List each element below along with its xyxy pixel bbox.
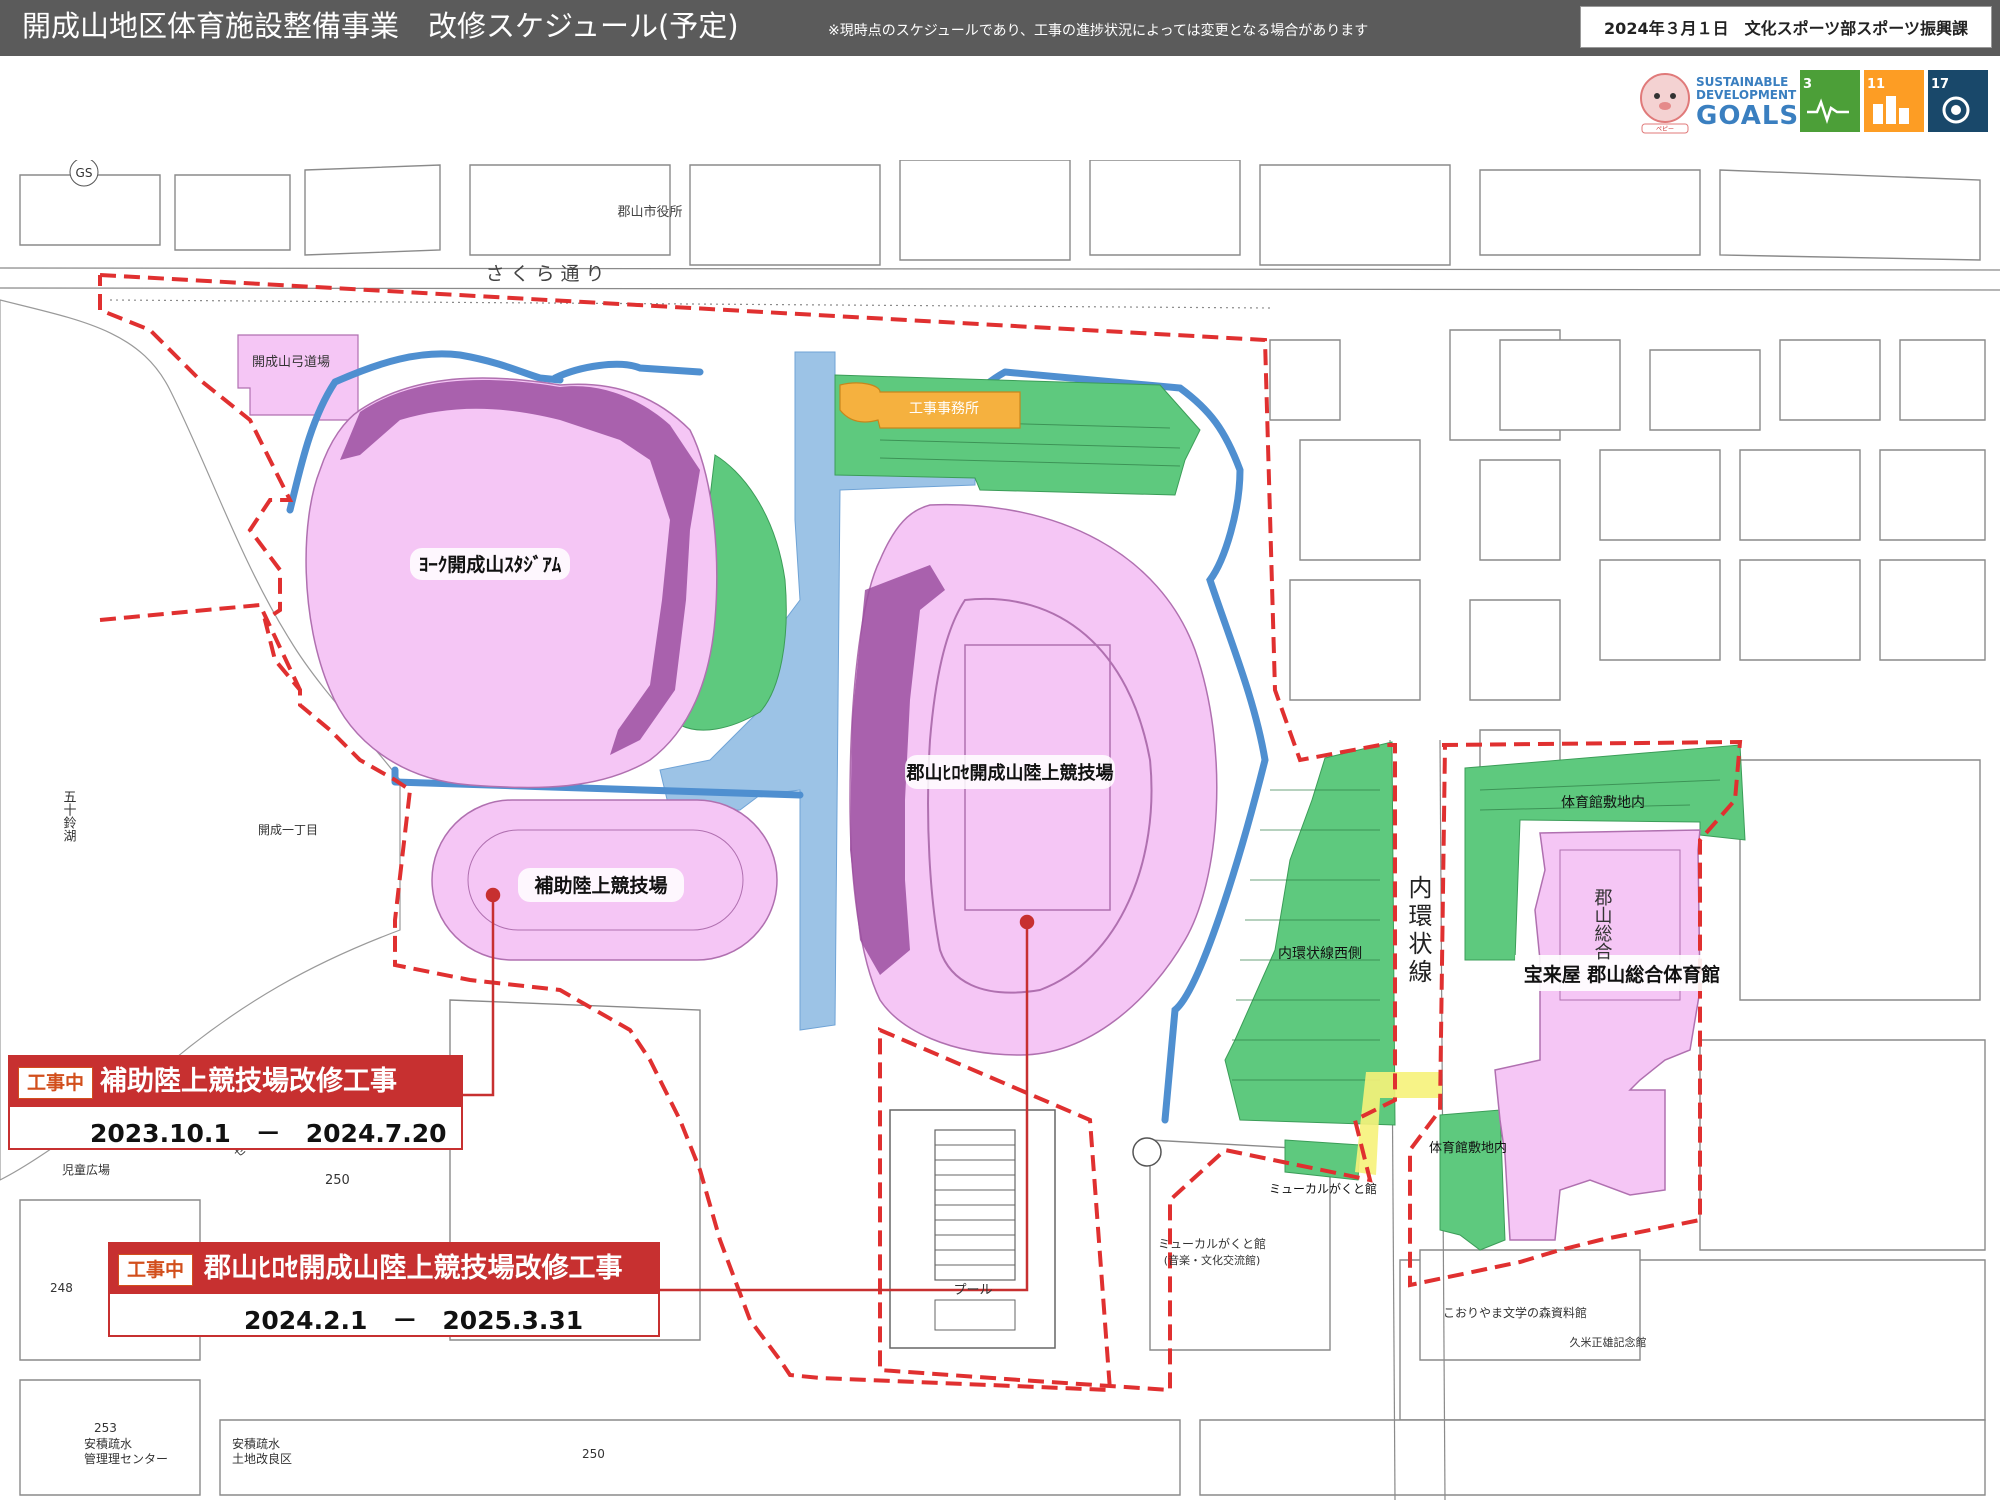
gym-building-label: 郡山総合 [1592, 888, 1613, 960]
sdg-goal-3-icon: 3 [1800, 70, 1860, 132]
callout-header: 工事中 郡山ﾋﾛｾ開成山陸上競技場改修工事 [110, 1244, 658, 1294]
sub-track-label: 補助陸上競技場 [533, 874, 667, 897]
sdg-goal-number: 11 [1867, 77, 1886, 92]
elevation-250a: 250 [325, 1173, 350, 1188]
musical-sub-label: (音楽・文化交流館) [1164, 1253, 1261, 1267]
office-label: 工事事務所 [909, 401, 979, 417]
gym-site-south-label: 体育館敷地内 [1429, 1140, 1507, 1156]
pool-label: プール [953, 1283, 992, 1298]
callout-title: 郡山ﾋﾛｾ開成山陸上競技場改修工事 [204, 1253, 623, 1284]
kaisei-label: 開成一丁目 [258, 823, 318, 837]
gym-site-north-label: 体育館敷地内 [1561, 794, 1645, 811]
callout-dates: 2024.2.1 － 2025.3.31 [244, 1306, 584, 1335]
bungaku-label: こおりやま文学の森資料館 [1443, 1305, 1587, 1320]
callout-sub-track-construction: 工事中 補助陸上競技場改修工事 2023.10.1 － 2024.7.20 [8, 1055, 463, 1150]
elevation-248: 248 [50, 1281, 73, 1295]
date-department-box: 2024年３月１日 文化スポーツ部スポーツ振興課 [1580, 6, 1992, 48]
elevation-250b: 250 [582, 1447, 605, 1461]
asaka-center-label: 安積疏水 管理理センター [84, 1437, 169, 1466]
sdg-logos: ペピー SUSTAINABLE DEVELOPMENT GOALS 3 11 1… [1636, 68, 1988, 134]
musical-hall-marker [1132, 1137, 1162, 1167]
header-bar: 開成山地区体育施設整備事業 改修スケジュール(予定) ※現時点のスケジュールであ… [0, 0, 2000, 56]
sdg-goal-number: 3 [1803, 77, 1813, 92]
musical-label: ミューカルがくと館 [1158, 1236, 1266, 1251]
city-hall-label: 郡山市役所 [617, 204, 682, 220]
callout-athletic-construction: 工事中 郡山ﾋﾛｾ開成山陸上競技場改修工事 2024.2.1 － 2025.3.… [108, 1242, 660, 1337]
callout-header: 工事中 補助陸上競技場改修工事 [10, 1057, 461, 1107]
callout-dates: 2023.10.1 － 2024.7.20 [90, 1119, 447, 1148]
mascot-label: ペピー [1656, 126, 1674, 133]
under-construction-badge: 工事中 [18, 1067, 94, 1099]
elevation-253: 253 [94, 1421, 117, 1435]
athletic-stadium-label: 郡山ﾋﾛｾ開成山陸上競技場 [906, 762, 1114, 784]
naikanjo-road-label: 内環状線 [1404, 875, 1432, 987]
kyudojo-label: 開成山弓道場 [252, 355, 330, 370]
kumeda-label: 久米正雄記念館 [1570, 1335, 1647, 1349]
sdg-goal-17-icon: 17 [1928, 70, 1988, 132]
yoke-stadium [305, 377, 718, 789]
sdg-goal-number: 17 [1931, 77, 1950, 92]
musical-small-label: ミューカルがくと館 [1269, 1181, 1377, 1196]
gs-label: GS [76, 166, 93, 180]
gym-label: 宝来屋 郡山総合体育館 [1524, 963, 1721, 986]
sdg-goal-11-icon: 11 [1864, 70, 1924, 132]
asaka-district-label: 安積疏水 土地改良区 [232, 1437, 293, 1466]
lake-label: 五十鈴湖 [61, 790, 77, 842]
under-construction-badge: 工事中 [118, 1254, 194, 1286]
mascot-icon: ペピー [1640, 73, 1690, 134]
naikanjo-west-label: 内環状線西側 [1278, 946, 1362, 962]
pool-building [889, 1109, 1056, 1349]
callout-title: 補助陸上競技場改修工事 [100, 1066, 397, 1097]
stadium-label: ﾖｰｸ開成山ｽﾀｼﾞｱﾑ [419, 553, 562, 576]
sakura-dori-label: さくら通り [485, 263, 610, 285]
children-park-label: 児童広場 [62, 1162, 110, 1177]
schedule-note: ※現時点のスケジュールであり、工事の進捗状況によっては変更となる場合があります [828, 23, 1369, 39]
page-title: 開成山地区体育施設整備事業 改修スケジュール(予定) [22, 9, 739, 43]
